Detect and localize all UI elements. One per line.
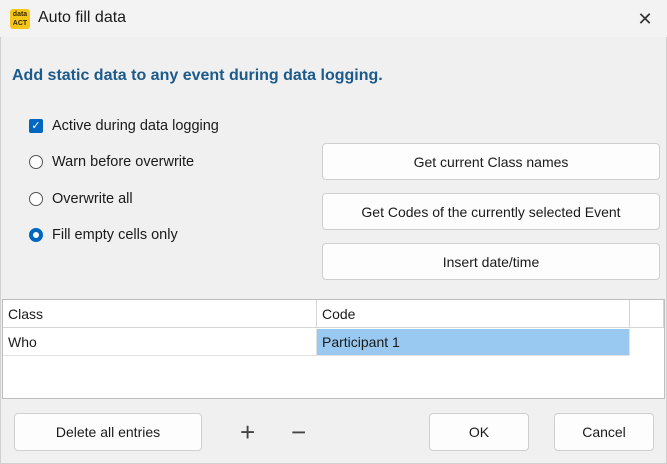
active-checkbox-label: Active during data logging: [52, 118, 219, 134]
get-class-names-button[interactable]: Get current Class names: [322, 143, 660, 180]
get-codes-button[interactable]: Get Codes of the currently selected Even…: [322, 193, 660, 230]
data-table[interactable]: Class Code Who Participant 1: [2, 299, 665, 399]
radio-button[interactable]: [29, 192, 43, 206]
cancel-button[interactable]: Cancel: [554, 413, 654, 451]
radio-button-selected[interactable]: [29, 228, 43, 242]
radio-button[interactable]: [29, 155, 43, 169]
active-checkbox-row[interactable]: ✓ Active during data logging: [29, 116, 219, 136]
insert-datetime-button[interactable]: Insert date/time: [322, 243, 660, 280]
window-title: Auto fill data: [38, 9, 127, 26]
title-bar: data ACT Auto fill data ✕: [0, 0, 667, 37]
app-logo-icon: data ACT: [10, 9, 30, 29]
table-cell-class[interactable]: Who: [3, 329, 317, 356]
column-header-class[interactable]: Class: [3, 300, 317, 328]
table-cell-code[interactable]: Participant 1: [317, 329, 630, 356]
radio-label: Fill empty cells only: [52, 227, 178, 243]
close-icon[interactable]: ✕: [630, 6, 660, 32]
radio-warn-before-overwrite[interactable]: Warn before overwrite: [29, 152, 194, 172]
radio-label: Warn before overwrite: [52, 154, 195, 170]
active-checkbox[interactable]: ✓: [29, 119, 43, 133]
page-title: Add static data to any event during data…: [12, 67, 383, 84]
column-header-filler: [630, 300, 664, 328]
add-row-plus-icon[interactable]: +: [240, 419, 255, 445]
ok-button[interactable]: OK: [429, 413, 529, 451]
column-header-code[interactable]: Code: [317, 300, 630, 328]
delete-all-entries-button[interactable]: Delete all entries: [14, 413, 202, 451]
radio-label: Overwrite all: [52, 191, 133, 207]
radio-fill-empty-cells[interactable]: Fill empty cells only: [29, 225, 178, 245]
remove-row-minus-icon[interactable]: −: [291, 419, 306, 445]
radio-overwrite-all[interactable]: Overwrite all: [29, 189, 133, 209]
